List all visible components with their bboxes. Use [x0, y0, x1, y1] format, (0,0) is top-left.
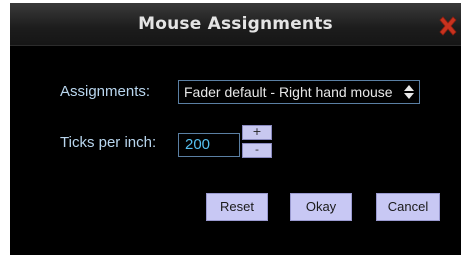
ticks-per-inch-field[interactable]: 200	[178, 133, 240, 157]
ticks-per-inch-label: Ticks per inch:	[60, 134, 157, 151]
okay-button[interactable]: Okay	[290, 193, 352, 221]
assignments-label: Assignments:	[60, 83, 151, 100]
close-icon[interactable]	[437, 15, 459, 37]
increment-button[interactable]: +	[242, 125, 272, 140]
title-bar[interactable]: Mouse Assignments	[10, 3, 461, 46]
mouse-assignments-dialog: Mouse Assignments Assignments: Fader def…	[10, 3, 461, 255]
cancel-button[interactable]: Cancel	[376, 193, 440, 221]
up-down-arrows-icon	[403, 84, 415, 100]
assignments-selected-value: Fader default - Right hand mouse	[184, 84, 393, 100]
reset-button[interactable]: Reset	[206, 193, 268, 221]
decrement-button[interactable]: -	[242, 143, 272, 158]
dialog-title: Mouse Assignments	[138, 14, 333, 34]
assignments-select[interactable]: Fader default - Right hand mouse	[178, 80, 420, 104]
